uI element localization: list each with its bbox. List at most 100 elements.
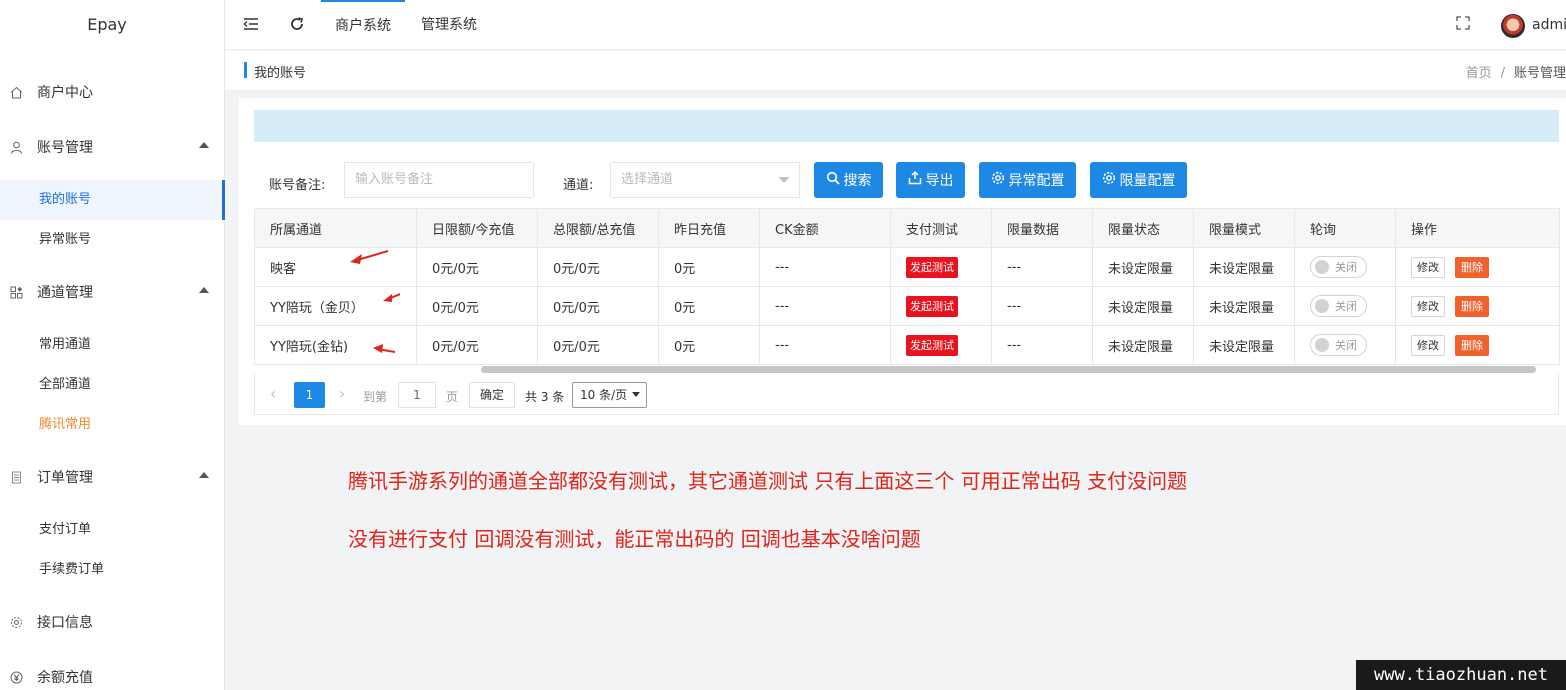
limit-config-button[interactable]: 限量配置 — [1090, 162, 1187, 198]
cell-daily: 0元/0元 — [416, 247, 538, 287]
avatar[interactable] — [1501, 14, 1525, 38]
annotation-text: 没有进行支付 回调没有测试，能正常出码的 回调也基本没啥问题 — [348, 527, 921, 551]
start-test-button[interactable]: 发起测试 — [906, 295, 958, 317]
sidebar-item-label: 通道管理 — [37, 285, 93, 301]
sidebar-item-api-info[interactable]: 接口信息 — [0, 604, 225, 640]
cell-daily: 0元/0元 — [416, 286, 538, 326]
sidebar-item-fee-orders[interactable]: 手续费订单 — [0, 550, 225, 590]
export-button[interactable]: 导出 — [896, 162, 965, 198]
arrow-head — [383, 294, 392, 302]
col-header: 操作 — [1395, 208, 1560, 248]
poll-toggle[interactable]: 关闭 — [1310, 295, 1367, 317]
next-page-icon[interactable]: › — [339, 384, 345, 403]
cell-actions: 修改 删除 — [1395, 325, 1560, 365]
cell-daily: 0元/0元 — [416, 325, 538, 365]
sidebar-item-balance-recharge[interactable]: 余额充值 — [0, 659, 225, 690]
sidebar-item-my-account[interactable]: 我的账号 — [0, 180, 225, 220]
sidebar-item-channel-management[interactable]: 通道管理 — [0, 274, 225, 310]
cell-poll: 关闭 — [1294, 286, 1396, 326]
cell-limit-status: 未设定限量 — [1092, 286, 1194, 326]
breadcrumb-home[interactable]: 首页 — [1466, 66, 1492, 81]
edit-button[interactable]: 修改 — [1411, 334, 1445, 356]
sidebar-item-common-channels[interactable]: 常用通道 — [0, 325, 225, 365]
brand-logo[interactable]: Epay — [0, 0, 224, 50]
col-header: 昨日充值 — [658, 208, 760, 248]
table-row: YY陪玩(金钻) 0元/0元 0元/0元 0元 --- 发起测试 --- 未设定… — [254, 325, 1560, 365]
start-test-button[interactable]: 发起测试 — [906, 334, 958, 356]
notice-banner — [254, 110, 1559, 142]
document-icon — [9, 470, 23, 484]
chevron-up-icon — [199, 142, 209, 148]
cell-total: 0元/0元 — [537, 286, 659, 326]
arrow-head — [373, 344, 383, 353]
delete-button[interactable]: 删除 — [1455, 256, 1489, 278]
start-test-button[interactable]: 发起测试 — [906, 256, 958, 278]
sidebar-item-abnormal-account[interactable]: 异常账号 — [0, 220, 225, 260]
cell-yesterday: 0元 — [658, 247, 760, 287]
col-header: 限量状态 — [1092, 208, 1194, 248]
breadcrumb-separator: / — [1500, 66, 1505, 81]
sidebar: Epay 商户中心 账号管理 我的账号 异常账号 通道管理 常用通道 全部通道 … — [0, 0, 225, 690]
sidebar-item-merchant-center[interactable]: 商户中心 — [0, 74, 225, 110]
fullscreen-icon[interactable] — [1454, 16, 1472, 34]
title-marker — [244, 62, 247, 78]
table-row: YY陪玩（金贝） 0元/0元 0元/0元 0元 --- 发起测试 --- 未设定… — [254, 286, 1560, 326]
user-name[interactable]: admin — [1532, 17, 1566, 33]
page-size-select[interactable]: 10 条/页 — [572, 382, 647, 408]
col-header: CK金额 — [759, 208, 891, 248]
apps-icon — [9, 285, 23, 299]
cell-ck: --- — [759, 247, 891, 287]
goto-label: 到第 — [363, 390, 388, 404]
cell-limit-mode: 未设定限量 — [1193, 286, 1295, 326]
remark-input[interactable]: 输入账号备注 — [344, 162, 534, 198]
sidebar-item-account-management[interactable]: 账号管理 — [0, 129, 225, 165]
channel-label: 通道: — [563, 178, 594, 193]
cell-test: 发起测试 — [890, 325, 992, 365]
gear-icon — [991, 171, 1005, 189]
sidebar-item-all-channels[interactable]: 全部通道 — [0, 365, 225, 405]
delete-button[interactable]: 删除 — [1455, 295, 1489, 317]
col-header: 所属通道 — [254, 208, 417, 248]
cell-actions: 修改 删除 — [1395, 247, 1560, 287]
chevron-up-icon — [199, 472, 209, 478]
sidebar-item-order-management[interactable]: 订单管理 — [0, 459, 225, 495]
abnormal-config-label: 异常配置 — [1008, 173, 1065, 189]
sidebar-item-label: 订单管理 — [37, 470, 93, 486]
sidebar-item-label: 余额充值 — [37, 670, 93, 686]
prev-page-icon[interactable]: ‹ — [270, 384, 276, 403]
goto-page-input[interactable]: 1 — [398, 382, 436, 408]
horizontal-scrollbar[interactable] — [481, 366, 1536, 373]
cell-test: 发起测试 — [890, 247, 992, 287]
edit-button[interactable]: 修改 — [1411, 295, 1445, 317]
toggle-knob — [1315, 299, 1329, 313]
col-header: 总限额/总充值 — [537, 208, 659, 248]
sidebar-item-payment-orders[interactable]: 支付订单 — [0, 510, 225, 550]
edit-button[interactable]: 修改 — [1411, 256, 1445, 278]
chevron-down-icon — [632, 392, 640, 397]
menu-collapse-icon[interactable] — [242, 16, 260, 34]
arrow-head — [350, 254, 362, 264]
poll-toggle[interactable]: 关闭 — [1310, 256, 1367, 278]
remark-label: 账号备注: — [269, 178, 326, 193]
tab-admin-system[interactable]: 管理系统 — [421, 0, 477, 50]
col-header: 限量模式 — [1193, 208, 1295, 248]
cell-total: 0元/0元 — [537, 247, 659, 287]
page-button-current[interactable]: 1 — [294, 382, 325, 408]
page-title: 我的账号 — [254, 66, 307, 81]
tab-merchant-system[interactable]: 商户系统 — [321, 0, 405, 50]
cell-yesterday: 0元 — [658, 286, 760, 326]
refresh-icon[interactable] — [288, 16, 306, 34]
abnormal-config-button[interactable]: 异常配置 — [979, 162, 1076, 198]
goto-confirm-button[interactable]: 确定 — [469, 382, 515, 408]
cell-ck: --- — [759, 325, 891, 365]
search-button[interactable]: 搜索 — [814, 162, 883, 198]
delete-button[interactable]: 删除 — [1455, 334, 1489, 356]
gear-icon — [1102, 171, 1116, 189]
table-header-row: 所属通道 日限额/今充值 总限额/总充值 昨日充值 CK金额 支付测试 限量数据… — [254, 208, 1560, 248]
cell-limit-data: --- — [991, 325, 1093, 365]
sidebar-item-tencent-common[interactable]: 腾讯常用 — [0, 405, 225, 445]
poll-toggle[interactable]: 关闭 — [1310, 334, 1367, 356]
cell-total: 0元/0元 — [537, 325, 659, 365]
channel-select[interactable]: 选择通道 — [610, 162, 800, 198]
search-icon — [826, 171, 840, 189]
